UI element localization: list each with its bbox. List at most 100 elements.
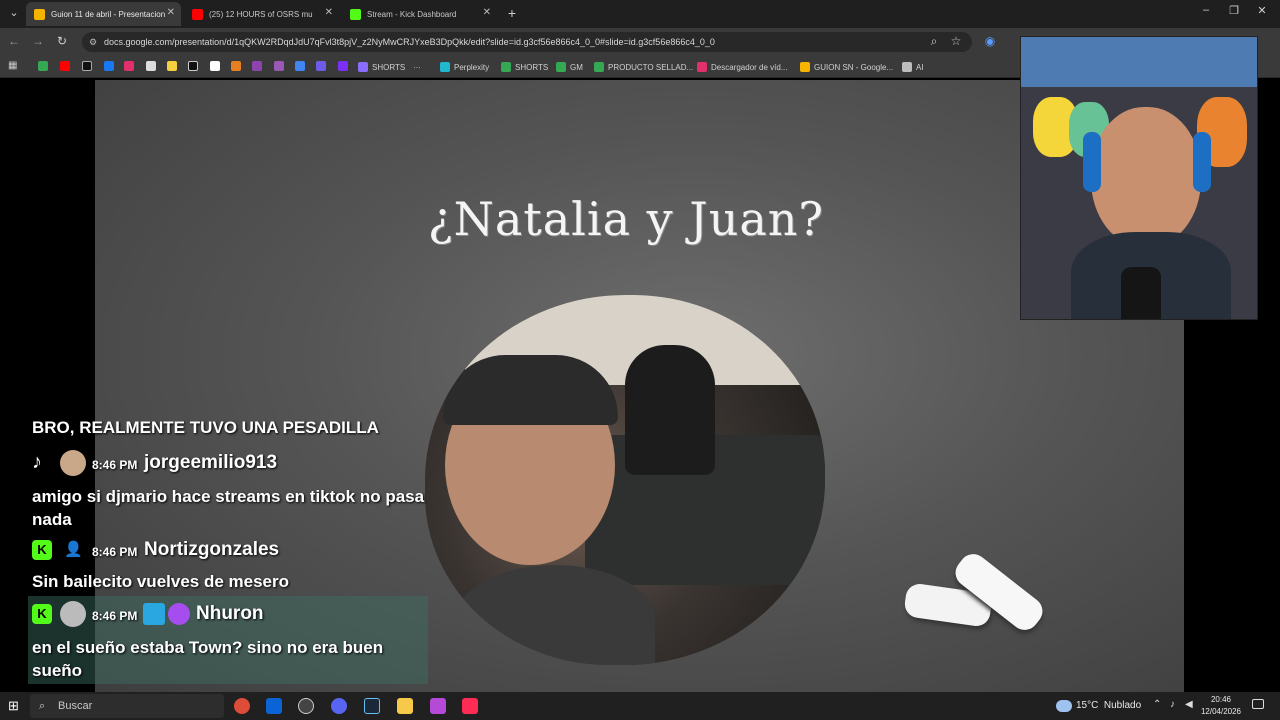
bookmark-guion-sn[interactable]: GUION SN - Google... (800, 59, 893, 75)
headset-right (1193, 132, 1211, 192)
kick-icon: K (32, 540, 52, 560)
tiktok-taskbar-icon[interactable] (462, 698, 478, 714)
webcam-shelf-top (1021, 37, 1257, 87)
apps-grid-icon[interactable]: ▦ (8, 60, 18, 71)
weather-text[interactable]: 15°C Nublado (1076, 700, 1141, 711)
close-window-button[interactable]: ✕ (1252, 4, 1272, 17)
microphone-icon[interactable]: ♪ (1170, 699, 1175, 710)
close-tab-icon[interactable]: ✕ (167, 7, 175, 18)
bookmark-dots-icon[interactable]: … (413, 61, 427, 71)
chat-message: Sin bailecito vuelves de mesero (32, 572, 290, 591)
bookmark-white-icon[interactable] (210, 61, 220, 71)
discord-taskbar-icon[interactable] (331, 698, 347, 714)
headset-left (1083, 132, 1101, 192)
volume-icon[interactable]: ◀ (1185, 699, 1193, 710)
webcam-overlay (1020, 36, 1258, 320)
tab-label: Stream - Kick Dashboard (367, 9, 457, 19)
close-tab-icon[interactable]: ✕ (325, 7, 333, 18)
bookmark-descargador[interactable]: Descargador de víd... (697, 59, 787, 75)
bookmark-yellow-icon[interactable] (167, 61, 177, 71)
bookmark-orange-icon[interactable] (231, 61, 241, 71)
bookmark-purple-icon[interactable] (252, 61, 262, 71)
site-info-icon[interactable]: ⚙ (89, 32, 97, 52)
address-bar[interactable]: ⚙ docs.google.com/presentation/d/1qQKW2R… (82, 32, 972, 52)
notification-icon[interactable] (1252, 699, 1264, 709)
bookmark-label: GUION SN - Google... (814, 62, 894, 72)
minimize-button[interactable]: – (1196, 4, 1216, 16)
ai-icon (902, 62, 912, 72)
bookmark-tiktok-icon[interactable] (188, 61, 198, 71)
user-icon: 👤 (64, 541, 83, 558)
extension-icon[interactable]: ◉ (982, 34, 998, 48)
url-text: docs.google.com/presentation/d/1qQKW2RDq… (104, 37, 715, 47)
bookmark-label: SHORTS (372, 62, 406, 72)
photo-shirt (455, 565, 655, 665)
bookmark-gm[interactable]: GM (556, 59, 583, 75)
steam-taskbar-icon[interactable] (364, 698, 380, 714)
clock-date[interactable]: 12/04/2026 (1198, 707, 1244, 716)
outlook-taskbar-icon[interactable] (266, 698, 282, 714)
tab-osrs-video[interactable]: (25) 12 HOURS of OSRS mu ✕ (184, 2, 339, 26)
back-icon[interactable]: ← (6, 34, 22, 48)
youtube-icon (192, 8, 203, 20)
bookmark-youtube-icon[interactable] (60, 61, 70, 71)
bookmark-shorts-1[interactable]: SHORTS (358, 59, 405, 75)
slide-photo (425, 295, 825, 665)
download-site-icon (697, 62, 707, 72)
drive-icon (501, 62, 511, 72)
zoom-icon[interactable]: ⌕ (926, 34, 942, 49)
kick-icon (350, 8, 361, 20)
chat-username: jorgeemilio913 (144, 452, 278, 473)
bookmark-instagram-icon[interactable] (124, 61, 134, 71)
obs-taskbar-icon[interactable] (298, 698, 314, 714)
bookmark-label: AI (916, 62, 924, 72)
new-tab-button[interactable]: + (502, 5, 522, 21)
chrome-taskbar-icon[interactable] (234, 698, 250, 714)
bookmark-facebook-icon[interactable] (104, 61, 114, 71)
tab-search-icon[interactable]: ⌄ (4, 6, 24, 19)
bookmark-download-icon[interactable] (146, 61, 156, 71)
reload-icon[interactable]: ↻ (54, 34, 70, 48)
bookmark-game-icon[interactable] (316, 61, 326, 71)
bookmark-ai[interactable]: AI (902, 59, 924, 75)
close-tab-icon[interactable]: ✕ (483, 7, 491, 18)
bookmark-x-icon[interactable] (82, 61, 92, 71)
bookmark-shorts-2[interactable]: SHORTS (501, 59, 548, 75)
bookmark-perplexity[interactable]: Perplexity (440, 59, 489, 75)
subscriber-badge-icon (168, 603, 190, 625)
bookmark-x-purple-icon[interactable] (274, 61, 284, 71)
chat-message: amigo si djmario hace streams en tiktok … (32, 487, 425, 529)
chat-message-partial: BRO, REALMENTE TUVO UNA PESADILLA (32, 418, 379, 437)
bookmark-label: PRODUCTO SELLAD... (608, 62, 694, 72)
bookmark-producto[interactable]: PRODUCTO SELLAD... (594, 59, 693, 75)
app-taskbar-icon[interactable] (430, 698, 446, 714)
windows-start-icon[interactable]: ⊞ (8, 699, 22, 713)
bookmark-label: SHORTS (515, 62, 549, 72)
bookmark-colorful-icon[interactable] (295, 61, 305, 71)
bookmark-sheets-icon[interactable] (38, 61, 48, 71)
chat-time: 8:46 PM (92, 545, 138, 559)
chat-time: 8:46 PM (92, 609, 138, 623)
bookmark-label: Perplexity (454, 62, 490, 72)
forward-icon[interactable]: → (30, 34, 46, 48)
chat-username: Nortizgonzales (144, 539, 280, 560)
taskbar-search[interactable]: ⌕ Buscar (30, 694, 224, 718)
bookmark-label: GM (570, 62, 583, 72)
tab-guion-presentation[interactable]: Guion 11 de abril - Presentacion ✕ (26, 2, 181, 26)
photo-cap (443, 355, 618, 425)
kick-icon: K (32, 604, 52, 624)
bookmark-star-icon[interactable]: ☆ (948, 34, 964, 48)
chat-message: en el sueño estaba Town? sino no era bue… (32, 638, 384, 680)
clock-time[interactable]: 20:46 (1201, 695, 1241, 704)
sheets-icon (594, 62, 604, 72)
chevron-up-icon[interactable]: ⌃ (1153, 699, 1161, 710)
bookmark-violet-icon[interactable] (338, 61, 348, 71)
bookmark-label: Descargador de víd... (711, 62, 788, 72)
chat-time: 8:46 PM (92, 458, 138, 472)
slide-title: ¿Natalia y Juan? (427, 192, 825, 246)
bookmark-icon (358, 62, 368, 72)
drive-icon (556, 62, 566, 72)
explorer-taskbar-icon[interactable] (397, 698, 413, 714)
tab-kick-dashboard[interactable]: Stream - Kick Dashboard ✕ (342, 2, 497, 26)
restore-button[interactable]: ❐ (1224, 4, 1244, 17)
